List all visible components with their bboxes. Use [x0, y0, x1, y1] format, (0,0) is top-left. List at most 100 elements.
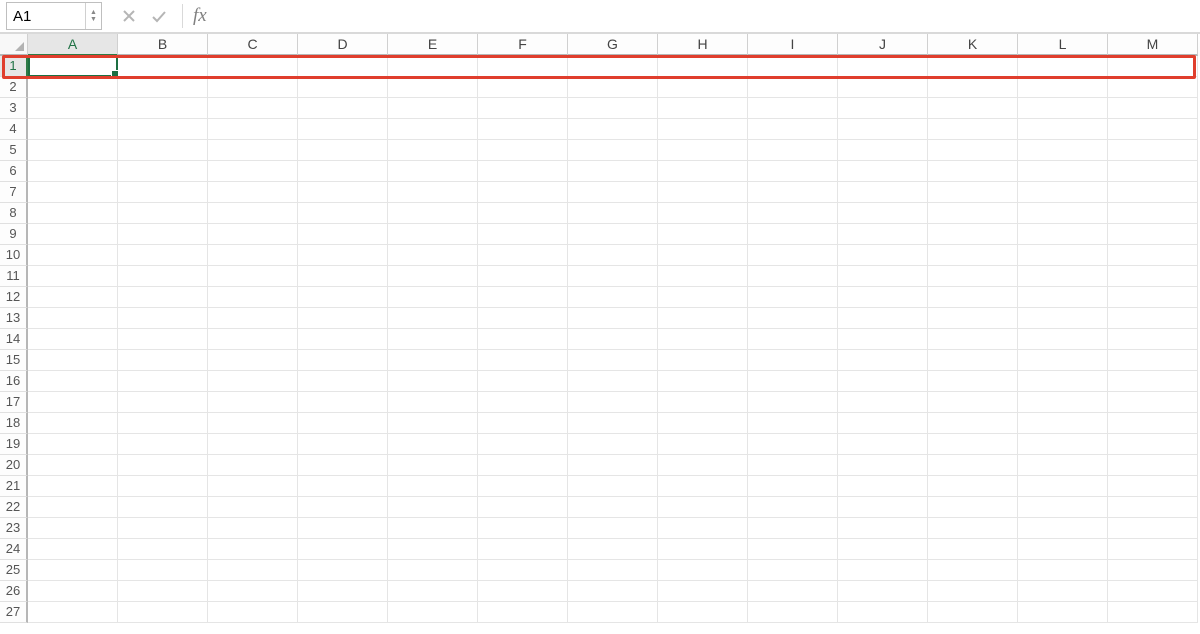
cell-K25[interactable]: [928, 560, 1018, 581]
cell-M1[interactable]: [1108, 56, 1198, 77]
cell-I4[interactable]: [748, 119, 838, 140]
cell-H22[interactable]: [658, 497, 748, 518]
cell-M18[interactable]: [1108, 413, 1198, 434]
row-header-26[interactable]: 26: [0, 581, 28, 602]
cell-E6[interactable]: [388, 161, 478, 182]
cell-E4[interactable]: [388, 119, 478, 140]
cell-E9[interactable]: [388, 224, 478, 245]
cell-A9[interactable]: [28, 224, 118, 245]
cell-G12[interactable]: [568, 287, 658, 308]
column-header-B[interactable]: B: [118, 34, 208, 56]
cell-I27[interactable]: [748, 602, 838, 623]
cell-H27[interactable]: [658, 602, 748, 623]
cell-H9[interactable]: [658, 224, 748, 245]
row-header-22[interactable]: 22: [0, 497, 28, 518]
column-header-K[interactable]: K: [928, 34, 1018, 56]
cell-K21[interactable]: [928, 476, 1018, 497]
row-header-7[interactable]: 7: [0, 182, 28, 203]
cell-C20[interactable]: [208, 455, 298, 476]
cell-E7[interactable]: [388, 182, 478, 203]
cell-K17[interactable]: [928, 392, 1018, 413]
cell-F21[interactable]: [478, 476, 568, 497]
cell-F9[interactable]: [478, 224, 568, 245]
cell-M17[interactable]: [1108, 392, 1198, 413]
cell-E27[interactable]: [388, 602, 478, 623]
row-header-3[interactable]: 3: [0, 98, 28, 119]
cell-D6[interactable]: [298, 161, 388, 182]
cell-M24[interactable]: [1108, 539, 1198, 560]
cell-E21[interactable]: [388, 476, 478, 497]
cell-J4[interactable]: [838, 119, 928, 140]
cell-C16[interactable]: [208, 371, 298, 392]
fx-label[interactable]: fx: [193, 5, 217, 27]
cell-K24[interactable]: [928, 539, 1018, 560]
row-header-2[interactable]: 2: [0, 77, 28, 98]
cell-I15[interactable]: [748, 350, 838, 371]
cell-H4[interactable]: [658, 119, 748, 140]
cell-B10[interactable]: [118, 245, 208, 266]
cell-J17[interactable]: [838, 392, 928, 413]
cell-H26[interactable]: [658, 581, 748, 602]
cell-L9[interactable]: [1018, 224, 1108, 245]
cell-J27[interactable]: [838, 602, 928, 623]
cell-H12[interactable]: [658, 287, 748, 308]
cell-G10[interactable]: [568, 245, 658, 266]
cell-M27[interactable]: [1108, 602, 1198, 623]
cell-B13[interactable]: [118, 308, 208, 329]
cell-J24[interactable]: [838, 539, 928, 560]
cell-L22[interactable]: [1018, 497, 1108, 518]
cell-D16[interactable]: [298, 371, 388, 392]
cell-F6[interactable]: [478, 161, 568, 182]
cell-C2[interactable]: [208, 77, 298, 98]
cell-M2[interactable]: [1108, 77, 1198, 98]
cell-G22[interactable]: [568, 497, 658, 518]
cell-M25[interactable]: [1108, 560, 1198, 581]
cell-J2[interactable]: [838, 77, 928, 98]
cell-K3[interactable]: [928, 98, 1018, 119]
cell-L12[interactable]: [1018, 287, 1108, 308]
cell-D22[interactable]: [298, 497, 388, 518]
cell-E11[interactable]: [388, 266, 478, 287]
column-header-G[interactable]: G: [568, 34, 658, 56]
cell-G20[interactable]: [568, 455, 658, 476]
cell-H14[interactable]: [658, 329, 748, 350]
cell-G19[interactable]: [568, 434, 658, 455]
row-header-12[interactable]: 12: [0, 287, 28, 308]
cell-F26[interactable]: [478, 581, 568, 602]
cell-J20[interactable]: [838, 455, 928, 476]
cell-J5[interactable]: [838, 140, 928, 161]
row-header-16[interactable]: 16: [0, 371, 28, 392]
cell-E10[interactable]: [388, 245, 478, 266]
cell-A12[interactable]: [28, 287, 118, 308]
cell-I11[interactable]: [748, 266, 838, 287]
cell-F2[interactable]: [478, 77, 568, 98]
cell-F24[interactable]: [478, 539, 568, 560]
cell-D20[interactable]: [298, 455, 388, 476]
column-header-I[interactable]: I: [748, 34, 838, 56]
cell-H6[interactable]: [658, 161, 748, 182]
cell-J15[interactable]: [838, 350, 928, 371]
cell-H24[interactable]: [658, 539, 748, 560]
cell-F1[interactable]: [478, 56, 568, 77]
cell-G9[interactable]: [568, 224, 658, 245]
cell-F13[interactable]: [478, 308, 568, 329]
cell-I3[interactable]: [748, 98, 838, 119]
cell-D25[interactable]: [298, 560, 388, 581]
cell-L15[interactable]: [1018, 350, 1108, 371]
cell-B17[interactable]: [118, 392, 208, 413]
cell-L21[interactable]: [1018, 476, 1108, 497]
cell-E16[interactable]: [388, 371, 478, 392]
cell-H18[interactable]: [658, 413, 748, 434]
cell-D7[interactable]: [298, 182, 388, 203]
cell-I8[interactable]: [748, 203, 838, 224]
cell-C26[interactable]: [208, 581, 298, 602]
cell-B4[interactable]: [118, 119, 208, 140]
cell-G25[interactable]: [568, 560, 658, 581]
cell-M3[interactable]: [1108, 98, 1198, 119]
cell-C9[interactable]: [208, 224, 298, 245]
cell-K4[interactable]: [928, 119, 1018, 140]
cell-A25[interactable]: [28, 560, 118, 581]
cell-C7[interactable]: [208, 182, 298, 203]
cell-B14[interactable]: [118, 329, 208, 350]
cell-M12[interactable]: [1108, 287, 1198, 308]
